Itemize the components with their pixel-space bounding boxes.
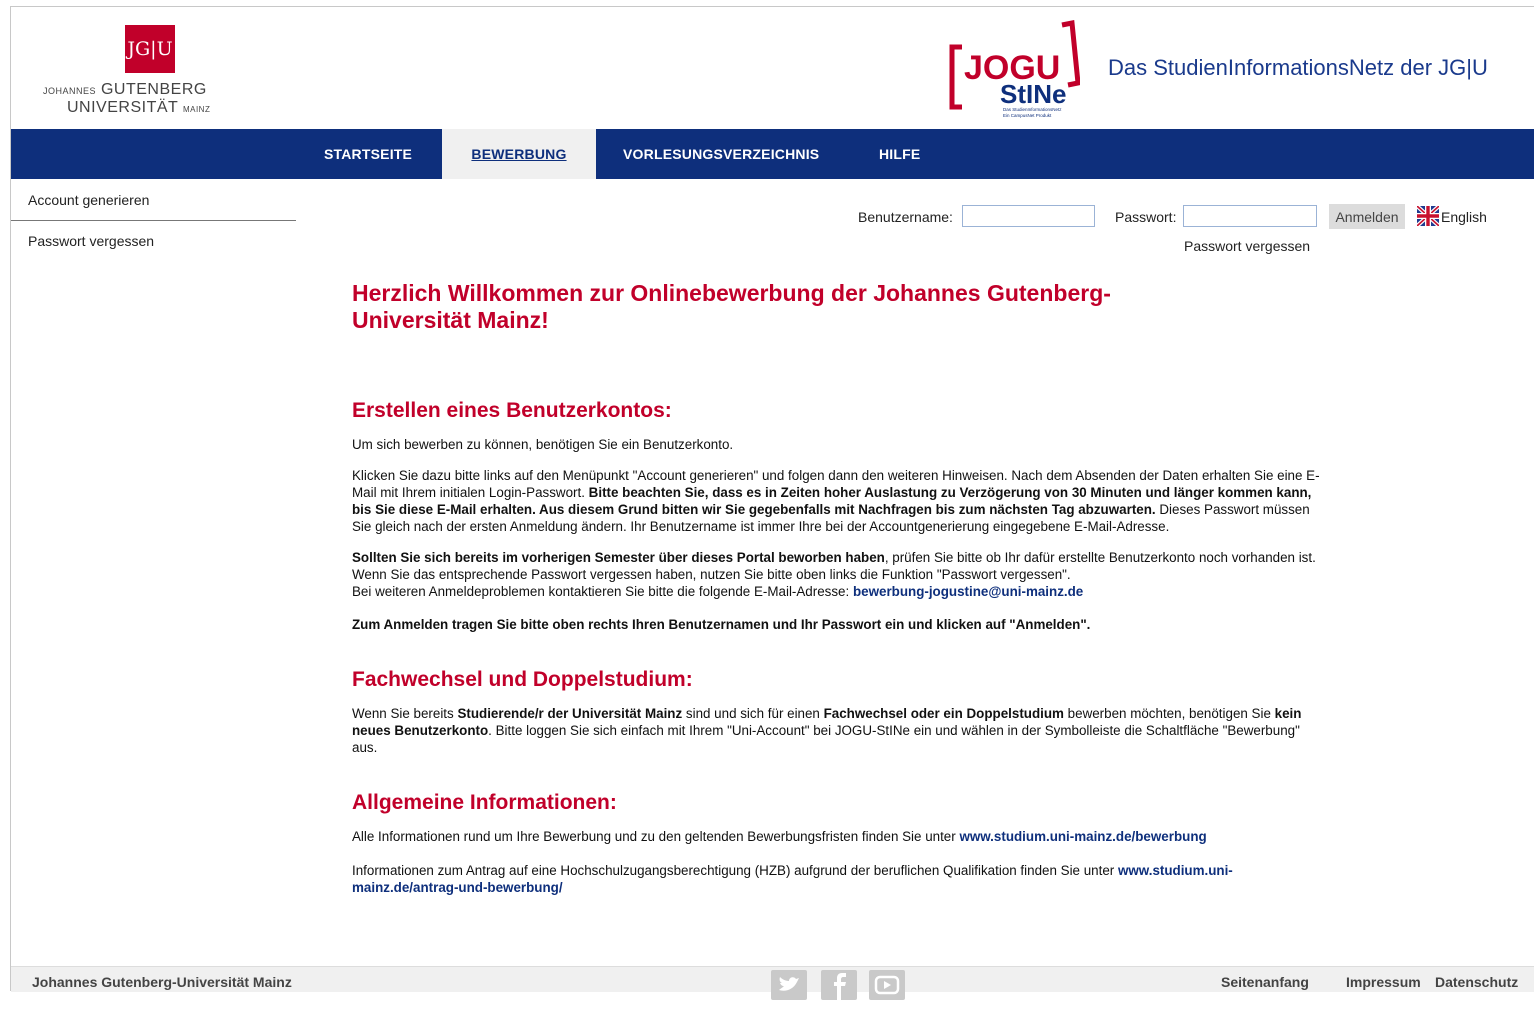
jgu-logo-name-line1: JOHANNES GUTENBERG xyxy=(43,81,207,98)
section-title-benutzerkonto: Erstellen eines Benutzerkontos: xyxy=(352,399,672,422)
nav-tab-bewerbung[interactable]: BEWERBUNG xyxy=(442,129,596,179)
site-tagline: Das StudienInformationsNetz der JG|U xyxy=(1108,55,1488,80)
main-nav: STARTSEITE BEWERBUNG VORLESUNGSVERZEICHN… xyxy=(11,129,1534,179)
footer-link-datenschutz[interactable]: Datenschutz xyxy=(1435,974,1518,990)
language-switch-english[interactable]: English xyxy=(1441,209,1487,225)
page-title: Herzlich Willkommen zur Onlinebewerbung … xyxy=(352,280,1111,333)
sidebar: Account generieren Passwort vergessen xyxy=(11,180,296,261)
forgot-password-link[interactable]: Passwort vergessen xyxy=(1184,238,1310,254)
nav-tab-startseite[interactable]: STARTSEITE xyxy=(301,129,435,179)
nav-tab-hilfe[interactable]: HILFE xyxy=(857,129,942,179)
site-footer: Johannes Gutenberg-Universität Mainz Sei… xyxy=(11,966,1534,1000)
paragraph: Um sich bewerben zu können, benötigen Si… xyxy=(352,437,734,452)
paragraph: Wenn Sie bereits Studierende/r der Unive… xyxy=(352,706,1302,755)
footer-link-seitenanfang[interactable]: Seitenanfang xyxy=(1221,974,1309,990)
site-header: JG|U JOHANNES GUTENBERG UNIVERSITÄT MAIN… xyxy=(11,7,1534,129)
jogu-stine-logo[interactable]: JOGU StINe Das StudienInformationsNetz E… xyxy=(940,17,1080,122)
username-input[interactable] xyxy=(962,205,1095,227)
paragraph: Zum Anmelden tragen Sie bitte oben recht… xyxy=(352,617,1091,632)
paragraph: Klicken Sie dazu bitte links auf den Men… xyxy=(352,468,1320,534)
sidebar-item-account-generieren[interactable]: Account generieren xyxy=(11,180,296,221)
footer-link-impressum[interactable]: Impressum xyxy=(1346,974,1421,990)
section-title-allgemeine-informationen: Allgemeine Informationen: xyxy=(352,791,617,814)
sidebar-item-passwort-vergessen[interactable]: Passwort vergessen xyxy=(11,221,296,261)
twitter-icon[interactable] xyxy=(771,970,807,1000)
paragraph: Sollten Sie sich bereits im vorherigen S… xyxy=(352,550,1316,599)
bewerbung-info-link[interactable]: www.studium.uni-mainz.de/bewerbung xyxy=(959,829,1206,844)
nav-tab-vorlesungsverzeichnis[interactable]: VORLESUNGSVERZEICHNIS xyxy=(601,129,841,179)
svg-text:Das StudienInformationsNetz: Das StudienInformationsNetz xyxy=(1003,107,1062,112)
youtube-icon[interactable] xyxy=(869,970,905,1000)
support-email-link[interactable]: bewerbung-jogustine@uni-mainz.de xyxy=(853,584,1083,599)
facebook-icon[interactable] xyxy=(821,970,857,1000)
svg-text:StINe: StINe xyxy=(1000,79,1066,109)
main-content: Herzlich Willkommen zur Onlinebewerbung … xyxy=(352,280,1322,896)
password-label: Passwort: xyxy=(1115,209,1177,225)
username-label: Benutzername: xyxy=(858,209,953,225)
uk-flag-icon[interactable] xyxy=(1417,206,1439,226)
paragraph: Alle Informationen rund um Ihre Bewerbun… xyxy=(352,829,1207,844)
password-input[interactable] xyxy=(1183,205,1317,227)
paragraph: Informationen zum Antrag auf eine Hochsc… xyxy=(352,863,1233,895)
jgu-logo[interactable]: JG|U JOHANNES GUTENBERG UNIVERSITÄT MAIN… xyxy=(43,25,223,121)
svg-text:Ein CampusNet Produkt: Ein CampusNet Produkt xyxy=(1003,113,1052,118)
footer-university-name: Johannes Gutenberg-Universität Mainz xyxy=(32,974,292,990)
jgu-logo-box: JG|U xyxy=(125,25,175,73)
login-button[interactable]: Anmelden xyxy=(1329,204,1405,229)
section-title-fachwechsel: Fachwechsel und Doppelstudium: xyxy=(352,668,693,691)
jgu-logo-name-line2: UNIVERSITÄT MAINZ xyxy=(67,99,211,116)
